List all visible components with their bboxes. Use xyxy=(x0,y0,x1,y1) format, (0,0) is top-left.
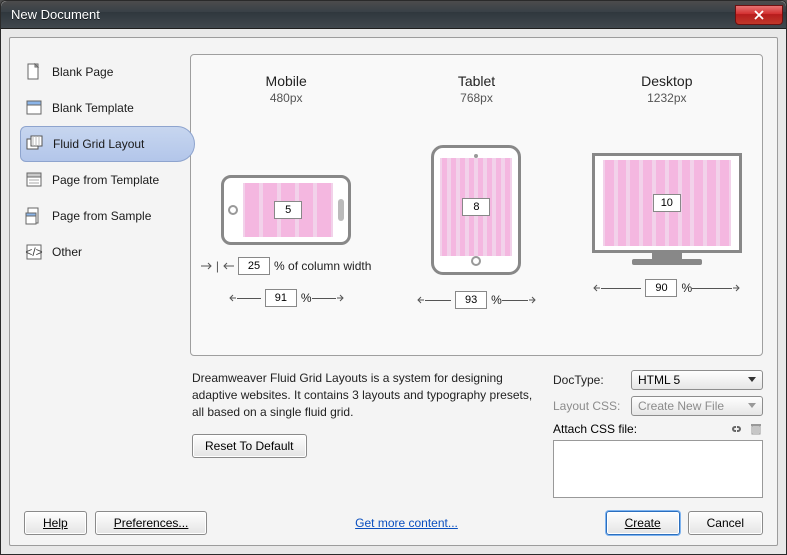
page-template-icon xyxy=(24,170,44,190)
get-more-content-link[interactable]: Get more content... xyxy=(355,516,458,530)
sidebar-item-page-from-template[interactable]: Page from Template xyxy=(20,162,180,198)
device-tablet: Tablet 768px xyxy=(381,55,571,355)
create-button[interactable]: Create xyxy=(606,511,680,535)
cancel-button[interactable]: Cancel xyxy=(688,511,763,535)
sidebar-item-blank-page[interactable]: Blank Page xyxy=(20,54,180,90)
sidebar-item-label: Page from Sample xyxy=(52,209,151,223)
device-resolution: 1232px xyxy=(647,91,686,105)
desktop-columns-input[interactable] xyxy=(653,194,681,212)
page-sample-icon xyxy=(24,206,44,226)
window-title: New Document xyxy=(11,7,100,22)
sidebar-item-label: Fluid Grid Layout xyxy=(53,137,144,151)
mobile-percent-input[interactable] xyxy=(265,289,297,307)
percent-suffix: % xyxy=(301,291,312,305)
device-desktop: Desktop 1232px xyxy=(572,55,762,355)
close-icon xyxy=(754,10,764,20)
doctype-value: HTML 5 xyxy=(638,373,680,387)
arrow-right-icon xyxy=(201,261,215,271)
desktop-percent-input[interactable] xyxy=(645,279,677,297)
chevron-down-icon xyxy=(748,377,756,383)
tablet-percent-input[interactable] xyxy=(455,291,487,309)
sidebar-item-label: Page from Template xyxy=(52,173,159,187)
mobile-columns-input[interactable] xyxy=(274,201,302,219)
tablet-mock xyxy=(431,125,521,275)
category-sidebar: Blank Page Blank Template Fluid Grid Lay… xyxy=(20,54,180,270)
sidebar-item-blank-template[interactable]: Blank Template xyxy=(20,90,180,126)
sidebar-item-fluid-grid[interactable]: Fluid Grid Layout xyxy=(20,126,195,162)
trash-icon[interactable] xyxy=(749,423,763,435)
help-button[interactable]: Help xyxy=(24,511,87,535)
arrow-left-icon xyxy=(229,293,237,303)
arrow-left-icon xyxy=(417,295,425,305)
arrow-right-icon xyxy=(528,295,536,305)
sidebar-item-label: Blank Page xyxy=(52,65,113,79)
doctype-label: DocType: xyxy=(553,373,631,387)
description-text: Dreamweaver Fluid Grid Layouts is a syst… xyxy=(192,370,542,420)
fluid-grid-preview: Mobile 480px | xyxy=(190,54,763,356)
device-title: Desktop xyxy=(641,73,692,89)
layoutcss-value: Create New File xyxy=(638,399,724,413)
arrow-right-icon xyxy=(732,283,740,293)
template-icon xyxy=(24,98,44,118)
sidebar-item-label: Other xyxy=(52,245,82,259)
close-button[interactable] xyxy=(735,5,783,25)
device-title: Mobile xyxy=(266,73,307,89)
page-icon xyxy=(24,62,44,82)
phone-mock xyxy=(221,125,351,245)
svg-text:</>: </> xyxy=(25,245,42,259)
layoutcss-select: Create New File xyxy=(631,396,763,416)
arrow-left-icon xyxy=(220,261,234,271)
titlebar: New Document xyxy=(1,1,786,29)
tablet-columns-input[interactable] xyxy=(462,198,490,216)
monitor-mock xyxy=(592,125,742,265)
css-file-list[interactable] xyxy=(553,440,763,498)
dialog-footer: Help Preferences... Get more content... … xyxy=(10,511,777,535)
arrow-right-icon xyxy=(336,293,344,303)
attach-css-label: Attach CSS file: xyxy=(553,422,637,436)
arrow-left-icon xyxy=(593,283,601,293)
column-width-input[interactable] xyxy=(238,257,270,275)
device-resolution: 480px xyxy=(270,91,303,105)
sidebar-item-other[interactable]: </> Other xyxy=(20,234,180,270)
sidebar-item-page-from-sample[interactable]: Page from Sample xyxy=(20,198,180,234)
dialog-window: New Document Blank Page Blank Template F… xyxy=(0,0,787,555)
doctype-select[interactable]: HTML 5 xyxy=(631,370,763,390)
preferences-button[interactable]: Preferences... xyxy=(95,511,208,535)
sidebar-item-label: Blank Template xyxy=(52,101,134,115)
percent-suffix: % xyxy=(681,281,692,295)
reset-button[interactable]: Reset To Default xyxy=(192,434,307,458)
doc-options: DocType: HTML 5 Layout CSS: Create New F… xyxy=(553,370,763,498)
device-mobile: Mobile 480px | xyxy=(191,55,381,355)
device-resolution: 768px xyxy=(460,91,493,105)
code-icon: </> xyxy=(24,242,44,262)
layoutcss-label: Layout CSS: xyxy=(553,399,631,413)
chevron-down-icon xyxy=(748,403,756,409)
fluid-grid-icon xyxy=(25,134,45,154)
percent-suffix: % xyxy=(491,293,502,307)
link-icon[interactable] xyxy=(729,423,743,435)
column-width-suffix: % of column width xyxy=(274,259,371,273)
device-title: Tablet xyxy=(458,73,495,89)
dialog-content: Blank Page Blank Template Fluid Grid Lay… xyxy=(9,37,778,546)
